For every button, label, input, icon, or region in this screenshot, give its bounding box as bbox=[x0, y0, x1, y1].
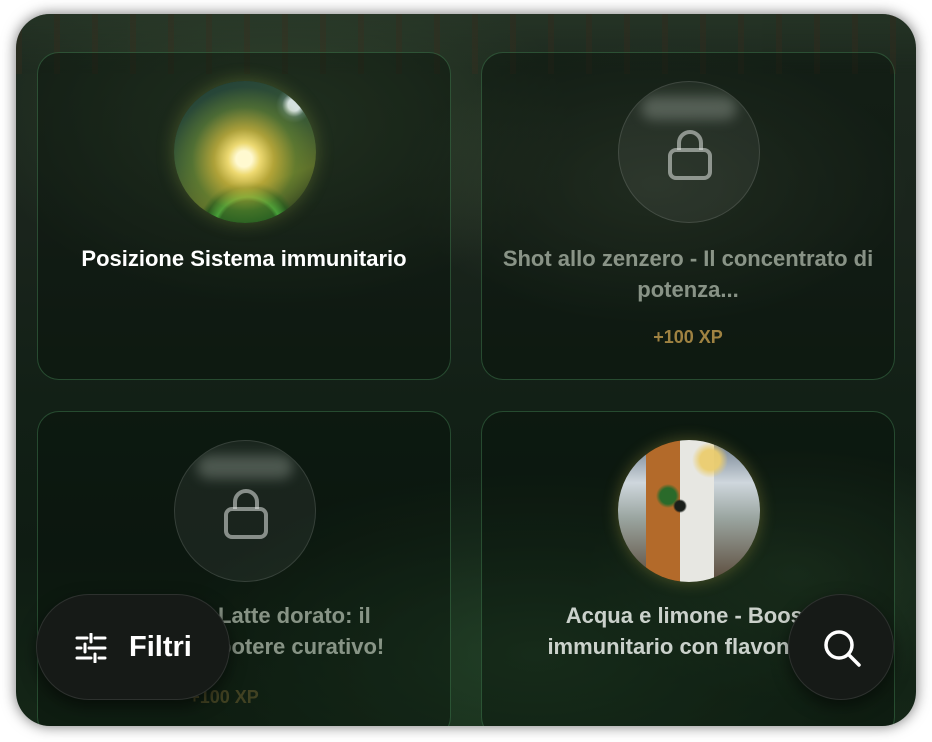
card-ginger-shot[interactable]: Shot allo zenzero - Il concentrato di po… bbox=[481, 52, 895, 380]
search-button[interactable] bbox=[788, 594, 894, 700]
lock-icon bbox=[668, 130, 712, 180]
app-screen: Posizione Sistema immunitario Shot allo … bbox=[16, 14, 916, 726]
filter-button-label: Filtri bbox=[129, 631, 192, 663]
lock-icon bbox=[224, 489, 268, 539]
locked-thumbnail bbox=[618, 81, 760, 223]
lemon-water-thumbnail bbox=[618, 440, 760, 582]
sliders-icon bbox=[75, 633, 107, 663]
card-immune-position[interactable]: Posizione Sistema immunitario bbox=[37, 52, 451, 380]
card-title: Shot allo zenzero - Il concentrato di po… bbox=[502, 246, 874, 302]
locked-thumbnail bbox=[174, 440, 316, 582]
xp-reward: +100 XP bbox=[653, 327, 723, 347]
search-icon bbox=[824, 630, 861, 667]
filter-button[interactable]: Filtri bbox=[36, 594, 230, 700]
immune-system-thumbnail bbox=[174, 81, 316, 223]
card-title: Posizione Sistema immunitario bbox=[81, 246, 407, 271]
